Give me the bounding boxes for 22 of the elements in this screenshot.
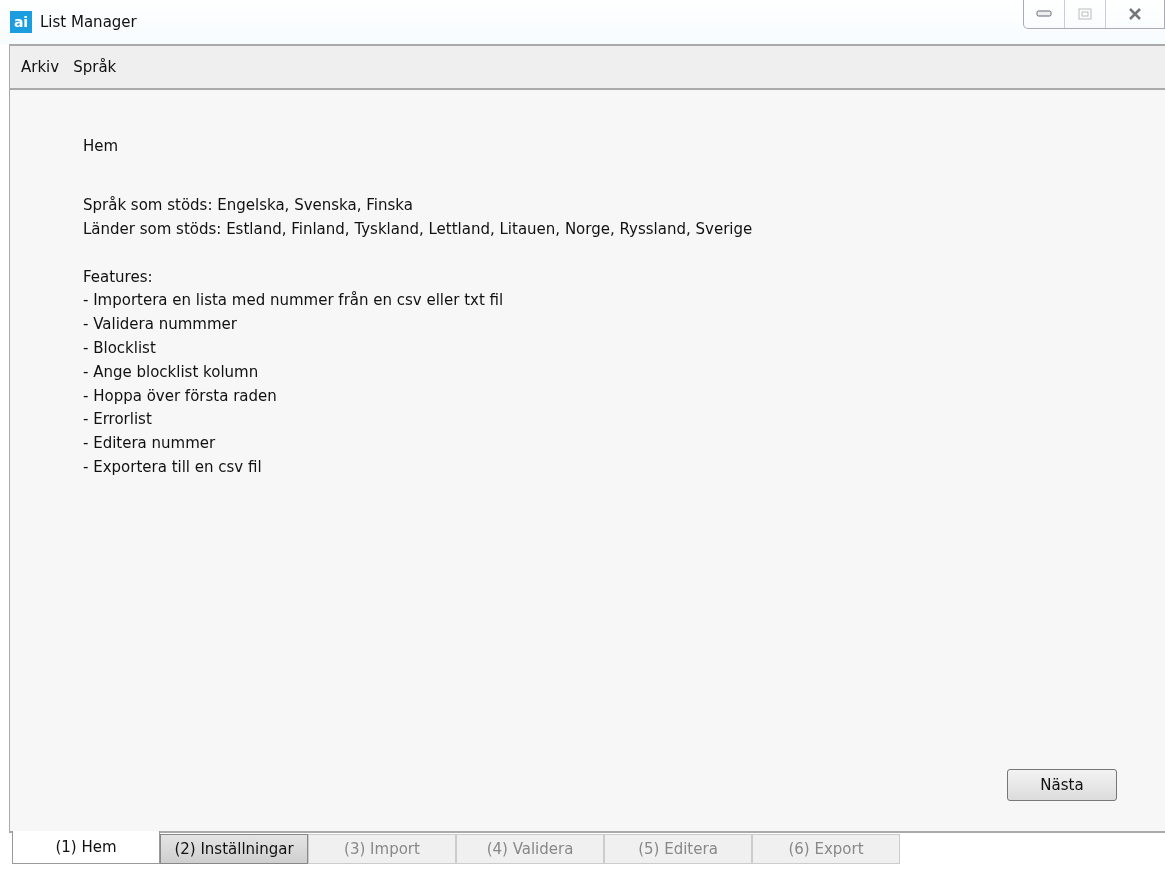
window-title: List Manager (40, 13, 137, 31)
feature-item: - Exportera till en csv fil (83, 456, 263, 478)
info-text: Länder som stöds: Estland, Finland, Tyskland, Lettland, Litauen, Norge, Ryssland, Sverige (83, 218, 754, 240)
feature-item: - Editera nummer (83, 433, 217, 455)
menu-item[interactable]: Arkiv (16, 56, 65, 78)
tab[interactable]: (1) Hem (12, 831, 160, 864)
info-text: Språk som stöds: Engelska, Svenska, Finska (83, 195, 414, 216)
app-logo: ai (10, 11, 32, 33)
feature-item: - Errorlist (83, 409, 153, 431)
features-title: Features: (83, 266, 154, 288)
feature-item: - Hoppa över första raden (83, 385, 278, 407)
tab[interactable]: (2) Inställningar (160, 834, 308, 864)
feature-item: - Importera en lista med nummer från en csv eller txt fil (83, 290, 505, 312)
maximize-icon (1078, 8, 1092, 20)
next-button[interactable]: Nästa (1007, 769, 1117, 801)
close-icon (1128, 8, 1142, 20)
feature-item: - Ange blocklist kolumn (83, 361, 260, 383)
feature-item: - Validera nummmer (83, 314, 238, 336)
page-heading: Hem (83, 136, 120, 157)
menu-item[interactable]: Språk (68, 56, 122, 78)
feature-item: - Blocklist (83, 338, 157, 359)
minimize-icon (1036, 10, 1052, 18)
